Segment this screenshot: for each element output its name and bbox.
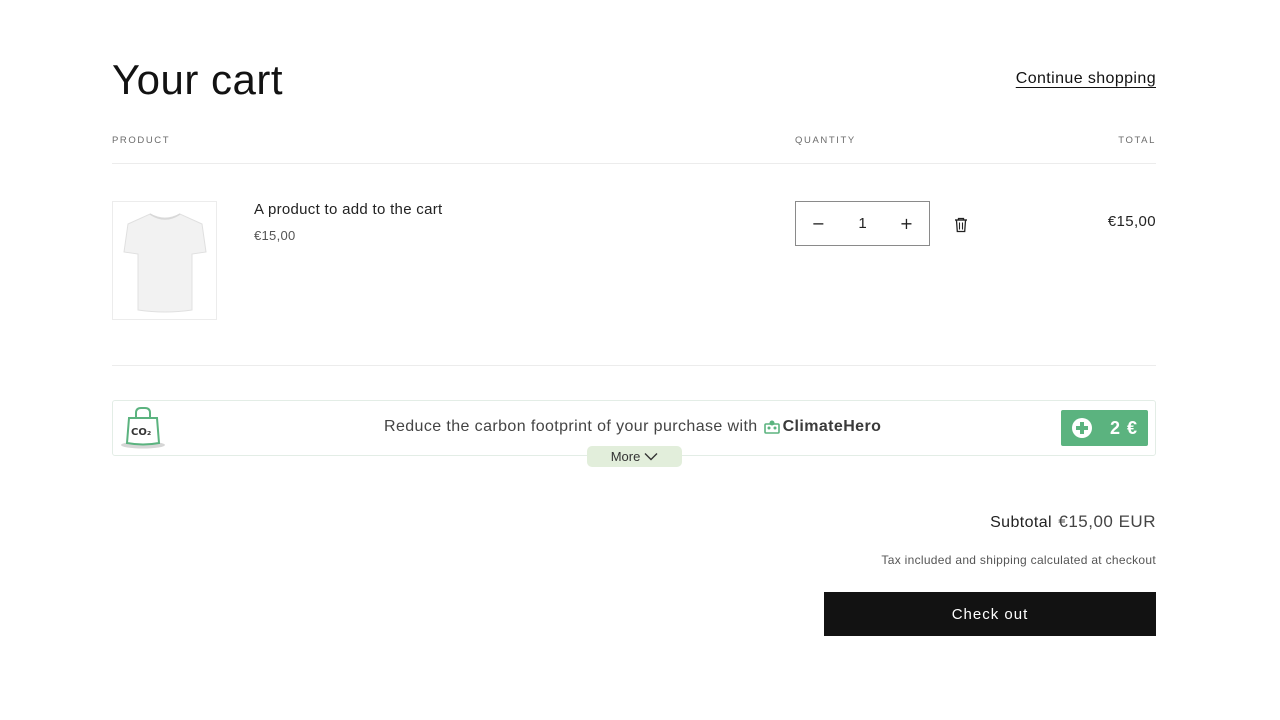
column-header-total: TOTAL [1118, 135, 1156, 146]
product-name[interactable]: A product to add to the cart [254, 201, 443, 218]
climatehero-brand: ClimateHero [763, 418, 882, 436]
header-divider [112, 163, 1156, 164]
tshirt-image [122, 212, 207, 312]
climatehero-mask-icon [763, 420, 780, 434]
items-divider [112, 365, 1156, 366]
subtotal-value: €15,00 EUR [1058, 512, 1156, 531]
more-toggle-button[interactable]: More [587, 446, 682, 467]
column-header-quantity: QUANTITY [795, 135, 856, 146]
page-title: Your cart [112, 56, 284, 103]
decrease-quantity-button[interactable]: − [796, 202, 841, 245]
chevron-down-icon [644, 453, 658, 461]
product-price: €15,00 [254, 228, 296, 243]
co2-bag-icon: CO₂ [121, 407, 165, 449]
line-total: €15,00 [1107, 213, 1156, 230]
tax-note: Tax included and shipping calculated at … [881, 553, 1156, 567]
increase-quantity-button[interactable]: + [884, 202, 929, 245]
quantity-stepper: − 1 + [795, 201, 930, 246]
product-thumbnail[interactable] [112, 201, 217, 320]
trash-icon[interactable] [952, 216, 970, 234]
continue-shopping-link[interactable]: Continue shopping [1016, 70, 1156, 88]
climatehero-brand-name: ClimateHero [782, 418, 882, 435]
climatehero-message: Reduce the carbon footprint of your purc… [384, 418, 881, 436]
more-label: More [610, 449, 641, 464]
plus-circle-icon [1072, 418, 1092, 438]
compensation-amount: 2 € [1109, 417, 1138, 438]
co2-text: CO₂ [131, 427, 151, 438]
climatehero-text: Reduce the carbon footprint of your purc… [384, 418, 758, 435]
add-compensation-button[interactable]: 2 € [1061, 410, 1148, 446]
subtotal-label: Subtotal [990, 514, 1052, 531]
quantity-input[interactable]: 1 [843, 215, 883, 232]
column-header-product: PRODUCT [112, 135, 171, 146]
checkout-button[interactable]: Check out [824, 592, 1156, 636]
